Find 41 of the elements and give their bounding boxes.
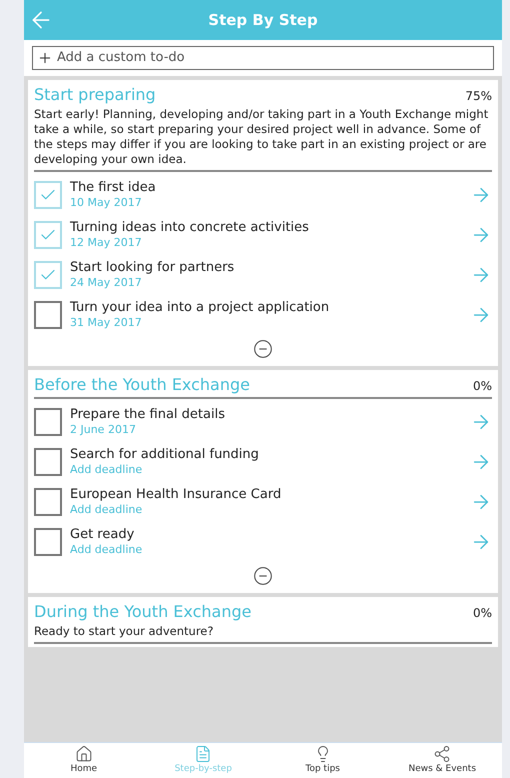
task-title: Search for additional funding: [70, 447, 260, 464]
home-icon: [74, 744, 93, 763]
task-title: Turn your idea into a project application: [70, 300, 330, 316]
task-title: Turning ideas into concrete activities: [70, 220, 310, 236]
task-deadline[interactable]: 31 May 2017: [70, 316, 462, 330]
task-deadline[interactable]: 24 May 2017: [70, 276, 462, 290]
nav-tab[interactable]: Top tips: [263, 743, 382, 778]
add-todo-field[interactable]: Add a custom to-do: [32, 46, 494, 70]
steps-icon: [194, 744, 212, 763]
task-title: Start looking for partners: [70, 260, 236, 276]
task-deadline[interactable]: Add deadline: [70, 463, 462, 477]
section-percent: 0%: [472, 605, 492, 622]
checkbox[interactable]: [34, 408, 62, 436]
checkbox[interactable]: [34, 528, 62, 556]
task-title: The first idea: [70, 180, 157, 196]
plus-icon: [37, 50, 53, 66]
task-deadline[interactable]: 12 May 2017: [70, 236, 462, 250]
header-title: Step By Step: [208, 10, 318, 31]
nav-tab[interactable]: News & Events: [382, 743, 502, 778]
section-percent: 75%: [465, 88, 492, 105]
checkbox[interactable]: [34, 488, 62, 516]
collapse-icon[interactable]: [253, 339, 273, 359]
section-title[interactable]: During the Youth Exchange: [34, 600, 252, 624]
section-title[interactable]: Before the Youth Exchange: [34, 373, 250, 397]
task-deadline[interactable]: Add deadline: [70, 543, 462, 557]
section-title[interactable]: Start preparing: [34, 83, 156, 107]
nav-tab[interactable]: Step-by-step: [144, 743, 263, 778]
collapse-icon[interactable]: [253, 566, 273, 586]
section-description: Start early! Planning, developing and/or taking part in a Youth Exchange might take a while, so start preparing your desired project well in advance. Some of the steps may differ if you are looking to take part in an existing project or are developing your own idea.: [34, 107, 490, 168]
section-description: Ready to start your adventure?: [34, 624, 214, 640]
task-deadline[interactable]: 2 June 2017: [70, 423, 462, 437]
news-icon: [433, 744, 452, 763]
checkbox[interactable]: [34, 301, 62, 329]
nav-tab[interactable]: Home: [24, 743, 144, 778]
task-title: European Health Insurance Card: [70, 487, 282, 504]
task-title: Prepare the final details: [70, 407, 226, 424]
task-deadline[interactable]: Add deadline: [70, 503, 462, 517]
checkbox[interactable]: [34, 448, 62, 476]
section-percent: 0%: [472, 378, 492, 395]
task-title: Get ready: [70, 527, 136, 544]
task-deadline[interactable]: 10 May 2017: [70, 196, 462, 210]
